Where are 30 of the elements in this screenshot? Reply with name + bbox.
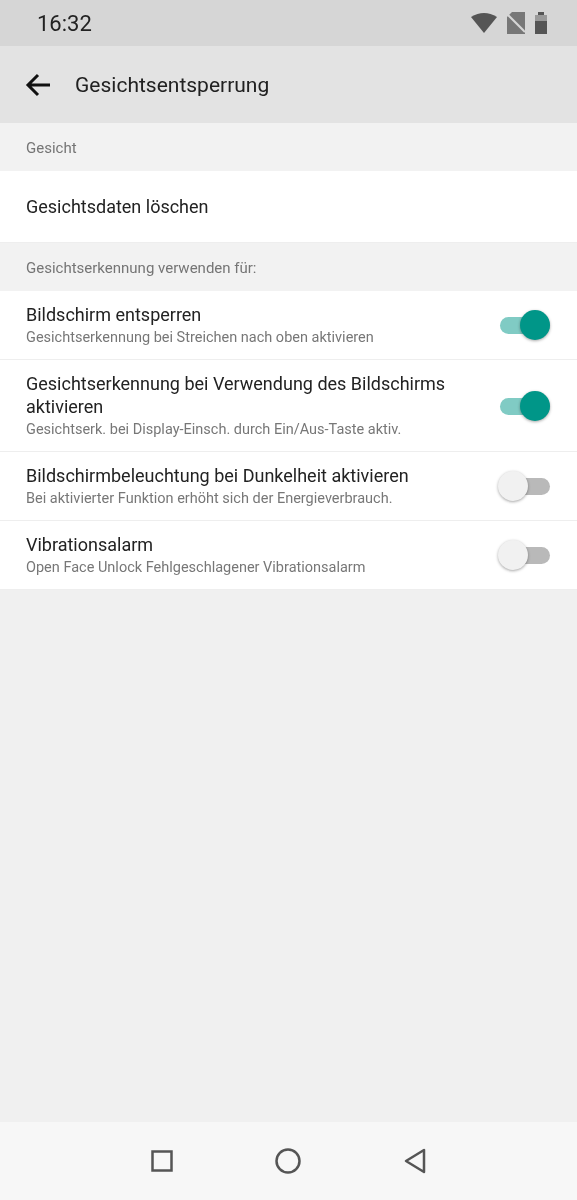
triangle-icon bbox=[403, 1148, 426, 1174]
home-button[interactable] bbox=[275, 1148, 302, 1174]
setting-summary: Open Face Unlock Fehlgeschlagener Vibrationsalarm bbox=[26, 559, 367, 577]
square-icon bbox=[151, 1150, 174, 1172]
setting-title: Gesichtserkennung bei Verwendung des Bildschirms aktivieren bbox=[26, 372, 447, 418]
recents-button[interactable] bbox=[151, 1150, 174, 1172]
settings-row[interactable]: Bildschirmbeleuchtung bei Dunkelheit aktivieren Bei aktivierter Funktion erhöht sich der Energieverbrauch. bbox=[0, 452, 577, 521]
setting-title: Gesichtsdaten löschen bbox=[26, 195, 210, 218]
back-button[interactable] bbox=[25, 72, 51, 97]
back-nav-button[interactable] bbox=[403, 1148, 426, 1174]
setting-summary: Bei aktivierter Funktion erhöht sich der Energieverbrauch. bbox=[26, 490, 394, 508]
toggle-switch[interactable] bbox=[498, 308, 552, 342]
setting-summary: Gesichtserk. bei Display-Einsch. durch Ein/Aus-Taste aktiv. bbox=[26, 421, 403, 439]
toggle-switch[interactable] bbox=[498, 469, 552, 503]
setting-summary: Gesichtserkennung bei Streichen nach oben aktivieren bbox=[26, 329, 375, 347]
circle-icon bbox=[275, 1148, 302, 1174]
setting-title: Vibrationsalarm bbox=[26, 533, 155, 556]
clock-time: 16:32 bbox=[37, 10, 93, 36]
settings-row[interactable]: Gesichtsdaten löschen bbox=[0, 171, 577, 243]
wifi-icon bbox=[471, 13, 497, 33]
screen-title: Gesichtsentsperrung bbox=[75, 72, 270, 97]
settings-row[interactable]: Vibrationsalarm Open Face Unlock Fehlgeschlagener Vibrationsalarm bbox=[0, 521, 577, 590]
setting-title: Bildschirm entsperren bbox=[26, 303, 203, 326]
no-sim-icon bbox=[507, 12, 525, 34]
settings-row[interactable]: Bildschirm entsperren Gesichtserkennung bei Streichen nach oben aktivieren bbox=[0, 291, 577, 360]
setting-title: Bildschirmbeleuchtung bei Dunkelheit aktivieren bbox=[26, 464, 410, 487]
toggle-switch[interactable] bbox=[498, 538, 552, 572]
back-arrow-icon bbox=[25, 72, 51, 97]
settings-row[interactable]: Gesichtserkennung bei Verwendung des Bildschirms aktivieren Gesichtserk. bei Display-Einsch. durch Ein/Aus-Taste aktiv. bbox=[0, 360, 577, 452]
battery-icon bbox=[535, 12, 547, 34]
